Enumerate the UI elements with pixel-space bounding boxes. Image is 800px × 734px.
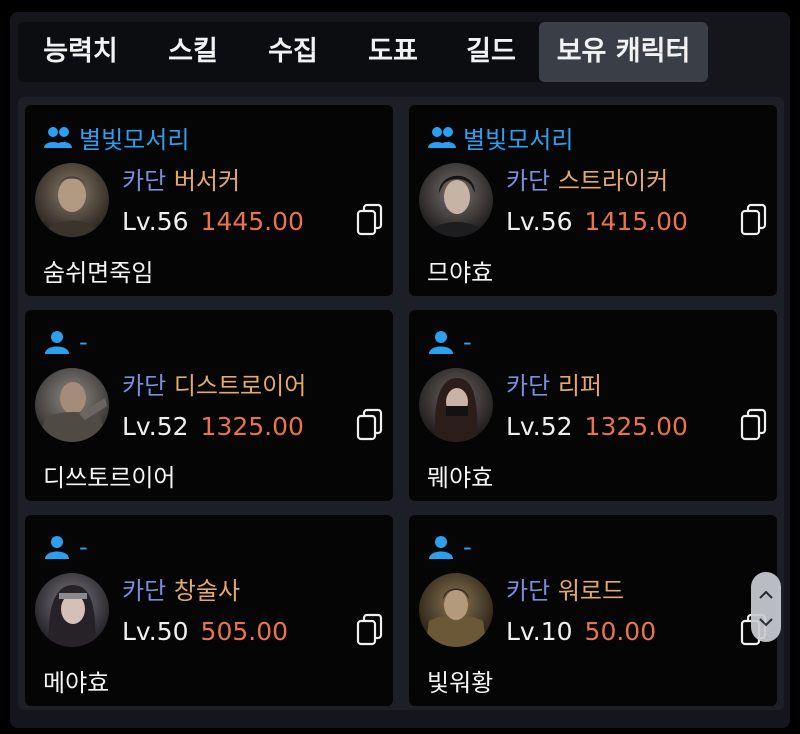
copy-icon[interactable] [739, 408, 769, 442]
tab-skills[interactable]: 스킬 [143, 22, 243, 82]
guild-name: - [463, 533, 472, 561]
people-icon [44, 127, 72, 148]
class-line: 카단 디스트로이어 [122, 366, 306, 401]
guild-name: - [79, 533, 88, 561]
tab-guild[interactable]: 길드 [443, 22, 539, 82]
avatar [35, 573, 109, 647]
class-name: 버서커 [173, 167, 241, 195]
avatar [419, 368, 493, 442]
avatar [419, 573, 493, 647]
class-name: 창술사 [173, 577, 241, 605]
server-name: 카단 [506, 372, 551, 400]
server-name: 카단 [122, 167, 167, 195]
guild-name: - [463, 328, 472, 356]
class-name: 디스트로이어 [173, 372, 307, 400]
server-name: 카단 [122, 372, 167, 400]
avatar [419, 163, 493, 237]
stat-line: Lv.52 1325.00 [122, 412, 304, 441]
guild-row: 별빛모서리 [43, 121, 190, 154]
character-name: 디쓰토르이어 [43, 464, 176, 492]
stat-line: Lv.50 505.00 [122, 617, 288, 646]
character-card[interactable]: - 카단 창술사 Lv.50 505.00 메야효 [25, 515, 393, 706]
guild-row: - [43, 326, 88, 358]
person-icon [45, 331, 69, 354]
character-level: Lv.52 [506, 412, 573, 441]
copy-icon[interactable] [355, 203, 385, 237]
character-name: 빛워황 [427, 669, 494, 697]
copy-icon[interactable] [355, 613, 385, 647]
chevron-up-icon[interactable] [758, 587, 774, 601]
character-card[interactable]: - 카단 디스트로이어 Lv.52 1325.00 디쓰토르이어 [25, 310, 393, 501]
character-name: 메야효 [43, 669, 110, 697]
scroll-controls [751, 572, 781, 642]
character-level: Lv.50 [122, 617, 189, 646]
guild-name: 별빛모서리 [79, 125, 190, 154]
character-card[interactable]: 별빛모서리 카단 스트라이커 Lv.56 1415.00 므야효 [409, 105, 777, 296]
server-name: 카단 [506, 577, 551, 605]
class-line: 카단 스트라이커 [506, 161, 668, 196]
class-name: 리퍼 [557, 372, 602, 400]
tab-owned-characters[interactable]: 보유 캐릭터 [539, 22, 708, 82]
server-name: 카단 [506, 167, 551, 195]
item-level: 505.00 [200, 617, 289, 646]
stat-line: Lv.56 1445.00 [122, 207, 304, 236]
server-name: 카단 [122, 577, 167, 605]
people-icon [428, 127, 456, 148]
guild-row: 별빛모서리 [427, 121, 574, 154]
character-card[interactable]: - 카단 리퍼 Lv.52 1325.00 뭬야효 [409, 310, 777, 501]
item-level: 1445.00 [200, 207, 304, 236]
person-icon [429, 331, 453, 354]
avatar [35, 368, 109, 442]
avatar [35, 163, 109, 237]
item-level: 1415.00 [584, 207, 688, 236]
guild-row: - [427, 531, 472, 563]
chevron-down-icon[interactable] [758, 614, 774, 628]
character-name: 므야효 [427, 259, 494, 287]
character-list: 별빛모서리 카단 버서커 Lv.56 1445.00 숨쉬면죽임 별빛모서리 카… [18, 97, 784, 710]
tab-chart[interactable]: 도표 [343, 22, 443, 82]
copy-icon[interactable] [355, 408, 385, 442]
character-level: Lv.56 [506, 207, 573, 236]
guild-row: - [427, 326, 472, 358]
stat-line: Lv.10 50.00 [506, 617, 656, 646]
character-level: Lv.10 [506, 617, 573, 646]
character-name: 숨쉬면죽임 [43, 259, 154, 287]
copy-icon[interactable] [739, 203, 769, 237]
class-line: 카단 워로드 [506, 571, 624, 606]
stat-line: Lv.56 1415.00 [506, 207, 688, 236]
character-level: Lv.52 [122, 412, 189, 441]
guild-row: - [43, 531, 88, 563]
class-line: 카단 버서커 [122, 161, 240, 196]
item-level: 1325.00 [200, 412, 304, 441]
tab-stats[interactable]: 능력치 [18, 22, 143, 82]
item-level: 1325.00 [584, 412, 688, 441]
class-name: 스트라이커 [557, 167, 669, 195]
class-name: 워로드 [557, 577, 625, 605]
character-card[interactable]: 별빛모서리 카단 버서커 Lv.56 1445.00 숨쉬면죽임 [25, 105, 393, 296]
guild-name: 별빛모서리 [463, 125, 574, 154]
character-card[interactable]: - 카단 워로드 Lv.10 50.00 빛워황 [409, 515, 777, 706]
item-level: 50.00 [584, 617, 657, 646]
tab-collection[interactable]: 수집 [243, 22, 343, 82]
person-icon [429, 536, 453, 559]
class-line: 카단 창술사 [122, 571, 240, 606]
stat-line: Lv.52 1325.00 [506, 412, 688, 441]
character-name: 뭬야효 [427, 464, 494, 492]
person-icon [45, 536, 69, 559]
tab-bar: 능력치 스킬 수집 도표 길드 보유 캐릭터 [18, 22, 708, 82]
class-line: 카단 리퍼 [506, 366, 602, 401]
character-level: Lv.56 [122, 207, 189, 236]
guild-name: - [79, 328, 88, 356]
